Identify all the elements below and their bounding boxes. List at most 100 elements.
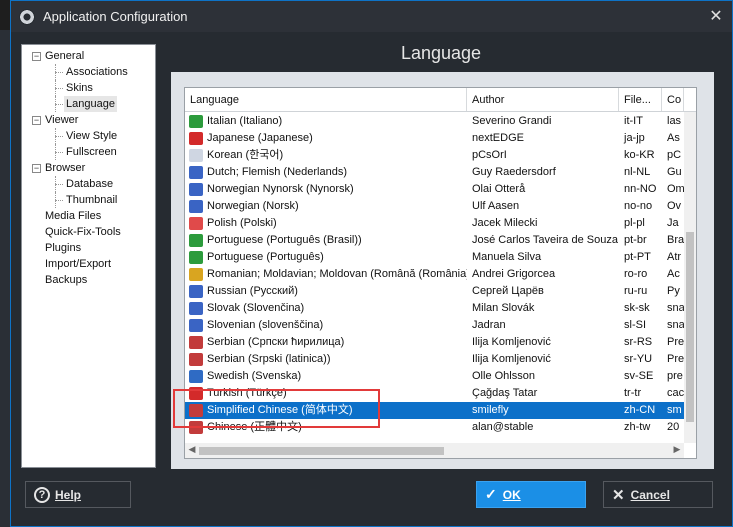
tree-connector — [55, 104, 63, 105]
app-icon — [19, 8, 35, 25]
table-row[interactable]: Serbian (Српски ћирилица) Ilija Komljenov… — [185, 334, 684, 351]
tree-item[interactable]: Associations — [22, 64, 155, 80]
author-cell: Ilija Komljenović — [472, 336, 551, 348]
selection-highlight-box — [173, 389, 380, 428]
file-cell: ja-jp — [624, 132, 645, 144]
table-row[interactable]: Norwegian (Norsk) Ulf Aasen no-no Ov — [185, 198, 684, 215]
table-row[interactable]: Norwegian Nynorsk (Nynorsk) Olai Otterå nn… — [185, 181, 684, 198]
table-row[interactable]: Portuguese (Português (Brasil)) José Carl… — [185, 232, 684, 249]
vertical-scrollbar[interactable] — [684, 112, 696, 443]
grid-rows: Italian (Italiano) Severino Grandi it-IT la… — [185, 113, 684, 436]
settings-tree[interactable]: − General Associations Skins Language − Viewer… — [21, 44, 156, 468]
file-cell: no-no — [624, 200, 653, 212]
tree-item[interactable]: Database — [22, 176, 155, 192]
table-row[interactable]: Russian (Русский) Сергей Царёв ru-ru Ру — [185, 283, 684, 300]
file-cell: pt-br — [624, 234, 647, 246]
comment-cell: 20 — [667, 421, 680, 433]
tree-item[interactable]: Media Files — [22, 208, 155, 224]
tree-item[interactable]: − General — [22, 48, 155, 64]
tree-item[interactable]: Language — [22, 96, 155, 112]
language-cell: Slovenian (slovenščina) — [207, 319, 324, 331]
tree-connector — [55, 88, 63, 89]
table-row[interactable]: Japanese (Japanese) nextEDGE ja-jp As — [185, 130, 684, 147]
comment-cell: Ja — [667, 217, 679, 229]
tree-item-label: Language — [64, 96, 117, 112]
comment-cell: sna — [667, 302, 684, 314]
tree-item[interactable]: Quick-Fix-Tools — [22, 224, 155, 240]
author-cell: Milan Slovák — [472, 302, 535, 314]
column-header-author[interactable]: Author — [467, 88, 619, 111]
author-cell: Olle Ohlsson — [472, 370, 535, 382]
author-cell: Guy Raedersdorf — [472, 166, 556, 178]
language-cell: Russian (Русский) — [207, 285, 298, 297]
file-cell: tr-tr — [624, 387, 642, 399]
tree-connector — [55, 136, 63, 137]
scroll-right-icon[interactable]: ▶ — [671, 444, 683, 456]
tree-item[interactable]: Plugins — [22, 240, 155, 256]
tree-connector — [55, 72, 63, 73]
table-row[interactable]: Polish (Polski) Jacek Milecki pl-pl Ja — [185, 215, 684, 232]
comment-cell: Ov — [667, 200, 682, 212]
tree-item[interactable]: View Style — [22, 128, 155, 144]
tree-item[interactable]: Fullscreen — [22, 144, 155, 160]
author-cell: Ulf Aasen — [472, 200, 520, 212]
tree-item[interactable]: Skins — [22, 80, 155, 96]
cancel-button[interactable]: ✕ Cancel — [603, 481, 713, 508]
author-cell: nextEDGE — [472, 132, 524, 144]
table-row[interactable]: Serbian (Srpski (latinica)) Ilija Komljen… — [185, 351, 684, 368]
author-cell: José Carlos Taveira de Souza — [472, 234, 618, 246]
tree-item-label: Thumbnail — [66, 194, 118, 206]
file-cell: pl-pl — [624, 217, 645, 229]
table-row[interactable]: Slovak (Slovenčina) Milan Slovák sk-sk sna — [185, 300, 684, 317]
file-cell: nl-NL — [624, 166, 651, 178]
tree-connector — [55, 152, 63, 153]
tree-item-label: Browser — [45, 162, 86, 174]
author-cell: pCsOrI — [472, 149, 507, 161]
language-cell: Romanian; Moldavian; Moldovan (Română (R… — [207, 268, 467, 280]
scroll-thumb[interactable] — [686, 232, 694, 422]
file-cell: pt-PT — [624, 251, 651, 263]
author-cell: Manuela Silva — [472, 251, 542, 263]
column-header-language[interactable]: Language — [185, 88, 467, 111]
column-header-comment[interactable]: Co — [662, 88, 684, 111]
help-button[interactable]: ? Help — [25, 481, 131, 508]
table-row[interactable]: Dutch; Flemish (Nederlands) Guy Raedersdo… — [185, 164, 684, 181]
table-row[interactable]: Portuguese (Português) Manuela Silva pt-PT… — [185, 249, 684, 266]
comment-cell: cac — [667, 387, 684, 399]
table-row[interactable]: Italian (Italiano) Severino Grandi it-IT la… — [185, 113, 684, 130]
collapse-icon[interactable]: − — [32, 52, 41, 61]
ok-button[interactable]: ✓ OK — [476, 481, 586, 508]
tree-item-label: Viewer — [45, 114, 79, 126]
table-row[interactable]: Swedish (Svenska) Olle Ohlsson sv-SE pre — [185, 368, 684, 385]
tree-item[interactable]: Thumbnail — [22, 192, 155, 208]
comment-cell: pre — [667, 370, 683, 382]
check-icon: ✓ — [485, 486, 497, 502]
comment-cell: Bra — [667, 234, 684, 246]
horizontal-scrollbar[interactable]: ◀ ▶ — [185, 443, 684, 458]
collapse-icon[interactable]: − — [32, 116, 41, 125]
window-title: Application Configuration — [43, 9, 188, 24]
language-cell: Polish (Polski) — [207, 217, 277, 229]
author-cell: Jacek Milecki — [472, 217, 538, 229]
help-label: Help — [55, 487, 82, 502]
grid-header: Language Author File... Co — [185, 88, 696, 112]
tree-item[interactable]: − Viewer — [22, 112, 155, 128]
tree-item[interactable]: Backups — [22, 272, 155, 288]
table-row[interactable]: Romanian; Moldavian; Moldovan (Română (R… — [185, 266, 684, 283]
tree-item-label: View Style — [66, 130, 118, 142]
column-header-file[interactable]: File... — [619, 88, 662, 111]
file-cell: ru-ru — [624, 285, 648, 297]
file-cell: ko-KR — [624, 149, 655, 161]
tree-item[interactable]: − Browser — [22, 160, 155, 176]
scroll-thumb[interactable] — [199, 447, 444, 455]
tree-item[interactable]: Import/Export — [22, 256, 155, 272]
table-row[interactable]: Slovenian (slovenščina) Jadran sl-SI sna — [185, 317, 684, 334]
tree-item-label: Import/Export — [45, 258, 112, 270]
file-cell: nn-NO — [624, 183, 657, 195]
tree-item-label: Media Files — [45, 210, 102, 222]
scroll-left-icon[interactable]: ◀ — [186, 444, 198, 456]
collapse-icon[interactable]: − — [32, 164, 41, 173]
table-row[interactable]: Korean (한국어) pCsOrI ko-KR pC — [185, 147, 684, 164]
close-icon[interactable]: ✕ — [706, 7, 726, 27]
tree-connector — [55, 184, 63, 185]
